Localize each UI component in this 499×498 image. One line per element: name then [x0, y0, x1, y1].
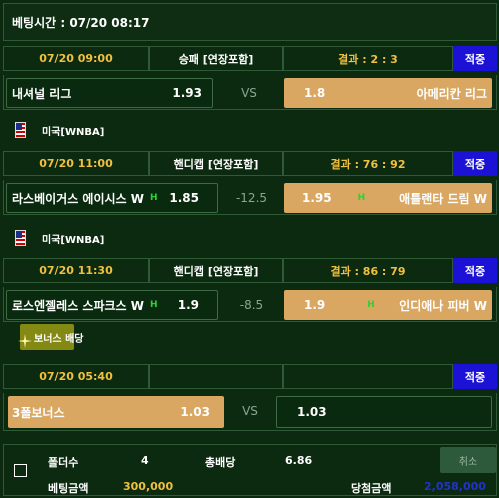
win-amount-value: 2,058,000 — [424, 480, 486, 493]
vs-label: VS — [242, 404, 258, 418]
home-odds: 1.03 — [180, 405, 210, 419]
match-result — [283, 364, 453, 389]
match-row: 라스베이거스 에이시스 W H 1.85 -12.5 1.95 H 애틀랜타 드… — [3, 180, 497, 215]
away-team-cell[interactable]: 1.9 H 인디애나 피버 W — [284, 290, 492, 320]
total-odds-label: 총배당 — [205, 456, 236, 469]
detail-button[interactable]: 적중 — [453, 258, 497, 283]
away-team-name: 아메리칸 리그 — [416, 86, 487, 101]
bet-amount-label: 베팅금액 — [48, 482, 89, 495]
win-amount-label: 당첨금액 — [351, 482, 392, 495]
bet-amount-value: 300,000 — [123, 480, 174, 493]
league-name: 보너스 배당 — [34, 334, 84, 345]
us-flag-icon — [15, 230, 26, 246]
bet-type — [149, 364, 283, 389]
folder-count-label: 폴더수 — [48, 456, 79, 469]
home-team-cell[interactable]: 로스엔젤레스 스파크스 W H 1.9 — [6, 290, 218, 320]
home-team-name: 라스베이거스 에이시스 W — [12, 191, 144, 206]
total-odds-value: 6.86 — [285, 454, 313, 467]
home-team-cell[interactable]: 라스베이거스 에이시스 W H 1.85 — [6, 183, 218, 213]
bet-type: 승패 [연장포함] — [149, 46, 283, 71]
match-result: 결과 : 86 : 79 — [283, 258, 453, 283]
match-time: 07/20 09:00 — [3, 46, 149, 71]
away-team-cell[interactable]: 1.95 H 애틀랜타 드림 W — [284, 183, 492, 213]
bet-type: 핸디캡 [연장포함] — [149, 151, 283, 176]
folder-count-value: 4 — [141, 454, 149, 467]
handicap-value: -12.5 — [235, 191, 268, 205]
home-odds: 1.9 — [177, 298, 199, 312]
match-result: 결과 : 2 : 3 — [283, 46, 453, 71]
home-odds: 1.93 — [172, 86, 202, 100]
vs-label: VS — [241, 86, 257, 100]
detail-button[interactable]: 적중 — [453, 46, 497, 71]
bet-info-row: 07/20 11:00 핸디캡 [연장포함] 결과 : 76 : 92 적중 — [3, 151, 497, 176]
league-name: 미국[WNBA] — [42, 234, 105, 246]
select-checkbox[interactable] — [14, 464, 27, 477]
home-odds: 1.85 — [169, 191, 199, 205]
bet-info-row: 07/20 11:30 핸디캡 [연장포함] 결과 : 86 : 79 적중 — [3, 258, 497, 283]
away-odds: 1.8 — [304, 86, 326, 100]
handicap-value: -8.5 — [239, 298, 264, 312]
league-row: 미국[WNBA] — [3, 116, 497, 144]
handicap-mark: H — [150, 193, 158, 203]
home-team-name: 3폴보너스 — [12, 405, 65, 420]
away-odds: 1.03 — [297, 405, 327, 419]
match-result: 결과 : 76 : 92 — [283, 151, 453, 176]
sparkle-icon — [17, 333, 33, 349]
bet-time-header: 베팅시간 : 07/20 08:17 — [3, 3, 497, 41]
away-odds: 1.95 — [302, 191, 332, 205]
home-team-cell[interactable]: 내셔널 리그 1.93 — [6, 78, 213, 108]
match-time: 07/20 11:30 — [3, 258, 149, 283]
away-team-name: 애틀랜타 드림 W — [399, 191, 487, 206]
us-flag-icon — [15, 122, 26, 138]
match-row: 로스엔젤레스 스파크스 W H 1.9 -8.5 1.9 H 인디애나 피버 W — [3, 287, 497, 322]
match-time: 07/20 05:40 — [3, 364, 149, 389]
match-row: 내셔널 리그 1.93 VS 1.8 아메리칸 리그 — [3, 75, 497, 110]
home-team-name: 로스엔젤레스 스파크스 W — [12, 298, 144, 313]
home-team-name: 내셔널 리그 — [12, 86, 72, 101]
bet-time-label: 베팅시간 : 07/20 08:17 — [12, 15, 150, 30]
cancel-button[interactable]: 취소 — [440, 447, 496, 473]
home-team-cell[interactable]: 3폴보너스 1.03 — [8, 396, 224, 428]
handicap-mark: H — [150, 300, 158, 310]
away-odds: 1.9 — [304, 298, 326, 312]
handicap-mark: H — [367, 300, 375, 310]
match-row: 3폴보너스 1.03 VS 1.03 — [3, 393, 497, 431]
bet-info-row: 07/20 09:00 승패 [연장포함] 결과 : 2 : 3 적중 — [3, 46, 497, 71]
away-team-name: 인디애나 피버 W — [399, 298, 487, 313]
away-team-cell[interactable]: 1.03 — [276, 396, 492, 428]
detail-button[interactable]: 적중 — [453, 151, 497, 176]
detail-button[interactable]: 적중 — [453, 364, 497, 389]
bet-info-row: 07/20 05:40 적중 — [3, 364, 497, 389]
league-row: 미국[WNBA] — [3, 224, 497, 252]
league-name: 미국[WNBA] — [42, 126, 105, 138]
away-team-cell[interactable]: 1.8 아메리칸 리그 — [284, 78, 492, 108]
handicap-mark: H — [357, 193, 366, 203]
bet-type: 핸디캡 [연장포함] — [149, 258, 283, 283]
match-time: 07/20 11:00 — [3, 151, 149, 176]
